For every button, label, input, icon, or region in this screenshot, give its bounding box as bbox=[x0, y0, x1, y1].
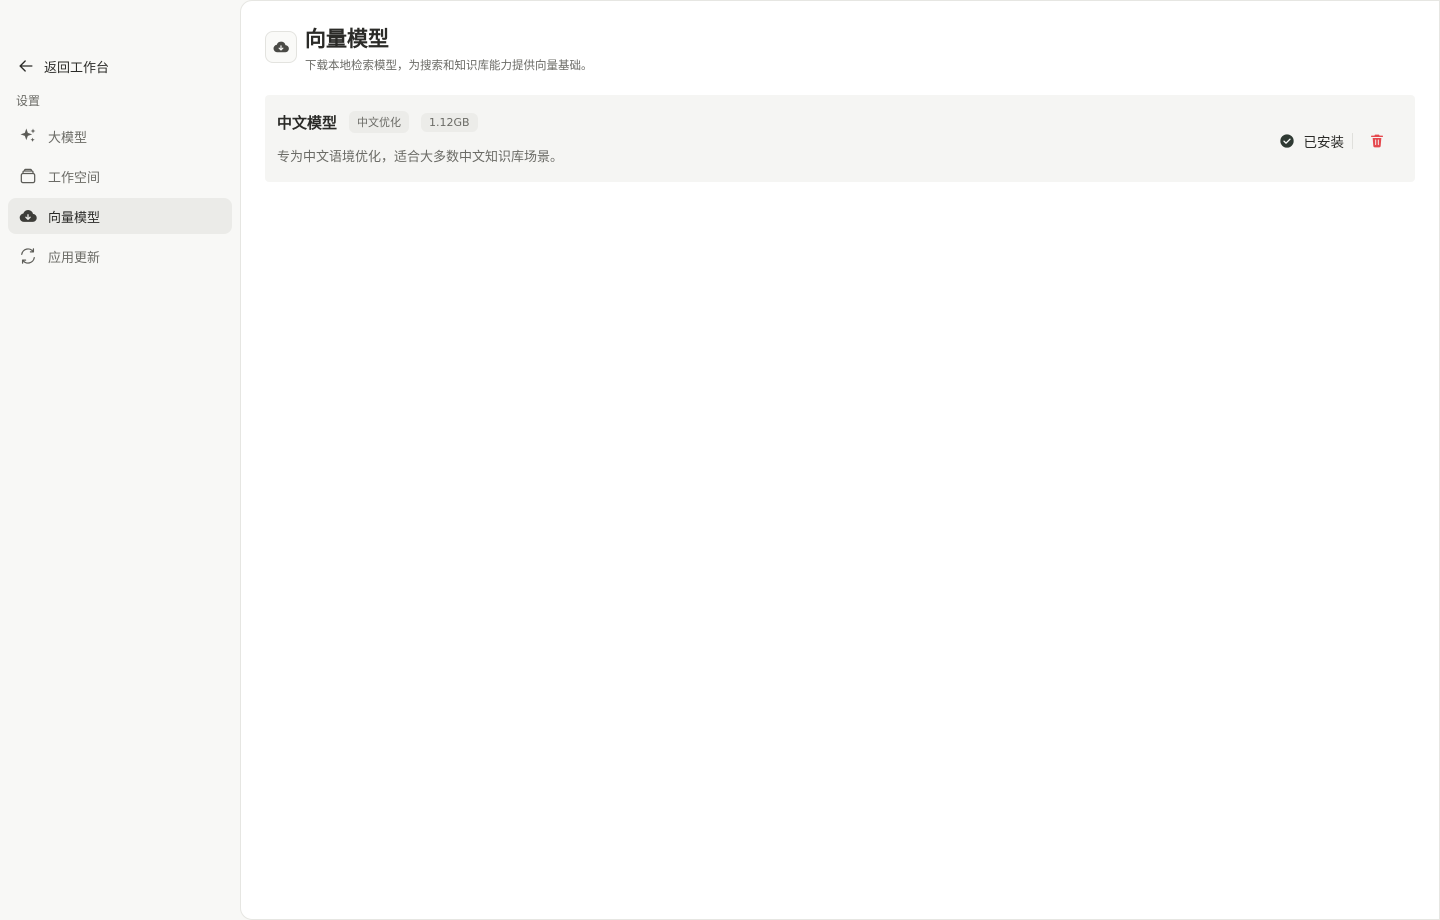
page-title: 向量模型 bbox=[305, 27, 389, 51]
trash-icon bbox=[1371, 134, 1383, 148]
model-tag-size: 1.12GB bbox=[421, 112, 478, 132]
back-label: 返回工作台 bbox=[44, 60, 110, 76]
installed-status: 已安装 bbox=[1279, 131, 1345, 151]
app-window: 返回工作台 设置 大模型 工作空间 向量模型 应用更新 向量模型 下载本地检索模… bbox=[0, 0, 1440, 920]
main-panel: 向量模型 下载本地检索模型，为搜索和知识库能力提供向量基础。 中文模型 中文优化… bbox=[240, 0, 1440, 920]
sidebar-item-label: 大模型 bbox=[48, 130, 88, 146]
sidebar-item-workspace[interactable]: 工作空间 bbox=[8, 158, 232, 194]
sidebar: 返回工作台 设置 大模型 工作空间 向量模型 应用更新 bbox=[0, 0, 240, 920]
settings-section-label: 设置 bbox=[16, 94, 41, 108]
model-actions: 已安装 bbox=[1279, 127, 1392, 155]
installed-status-label: 已安装 bbox=[1303, 135, 1345, 151]
page-header: 向量模型 下载本地检索模型，为搜索和知识库能力提供向量基础。 bbox=[265, 25, 593, 73]
model-tag-language: 中文优化 bbox=[349, 111, 410, 133]
sidebar-item-label: 向量模型 bbox=[48, 210, 101, 226]
model-card: 中文模型 中文优化 1.12GB 专为中文语境优化，适合大多数中文知识库场景。 … bbox=[265, 95, 1415, 182]
model-description: 专为中文语境优化，适合大多数中文知识库场景。 bbox=[277, 150, 564, 165]
delete-model-button[interactable] bbox=[1363, 127, 1391, 155]
page-subtitle: 下载本地检索模型，为搜索和知识库能力提供向量基础。 bbox=[305, 58, 593, 72]
sidebar-item-label: 工作空间 bbox=[48, 170, 101, 186]
refresh-icon bbox=[21, 248, 35, 264]
cloud-download-icon bbox=[19, 209, 37, 222]
back-to-workbench-button[interactable]: 返回工作台 bbox=[16, 54, 109, 78]
sidebar-item-embedding-models[interactable]: 向量模型 bbox=[8, 198, 232, 234]
model-name: 中文模型 bbox=[277, 113, 338, 132]
model-card-heading: 中文模型 中文优化 1.12GB bbox=[277, 111, 478, 133]
arrow-left-icon bbox=[19, 60, 33, 72]
check-circle-icon bbox=[1279, 134, 1294, 148]
sparkles-icon bbox=[20, 128, 36, 142]
sidebar-item-label: 应用更新 bbox=[48, 250, 101, 266]
sidebar-item-app-update[interactable]: 应用更新 bbox=[8, 238, 232, 274]
layers-icon bbox=[20, 168, 36, 184]
sidebar-item-llm[interactable]: 大模型 bbox=[8, 118, 232, 154]
header-icon-box bbox=[265, 31, 297, 63]
cloud-download-icon bbox=[273, 41, 289, 53]
action-divider bbox=[1352, 133, 1353, 149]
settings-nav: 大模型 工作空间 向量模型 应用更新 bbox=[8, 118, 232, 278]
